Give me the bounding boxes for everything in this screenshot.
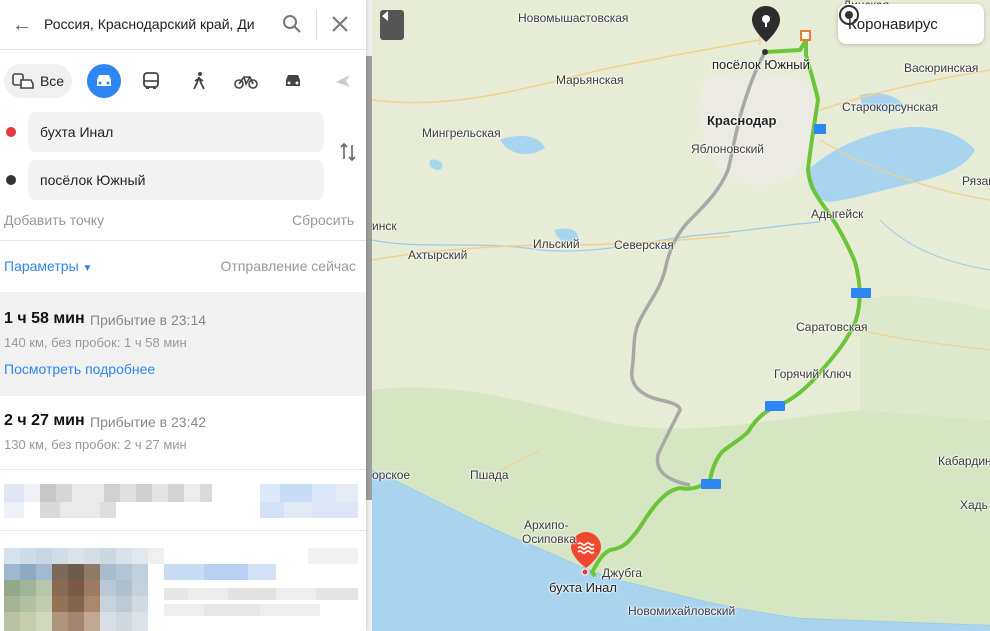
caret-down-icon: ▼ — [82, 263, 93, 274]
back-arrow-icon[interactable]: ← — [12, 14, 32, 37]
mode-bus-button[interactable] — [134, 64, 168, 98]
map-label: Краснодар — [707, 113, 777, 128]
search-bar: ← Россия, Краснодарский край, Ди — [0, 0, 366, 50]
car-icon — [97, 75, 111, 86]
map-label: Джубга — [602, 566, 643, 580]
map-label: Новомышастовская — [518, 11, 629, 25]
reset-link[interactable]: Сбросить — [292, 212, 354, 228]
bus-icon — [143, 72, 159, 89]
taxi-icon — [286, 75, 300, 86]
route-duration: 1 ч 58 мин — [4, 310, 85, 327]
destination-pin[interactable] — [750, 4, 782, 44]
pixelated-image — [4, 484, 358, 518]
map-label: бухта Инал — [549, 580, 618, 595]
map-label: инск — [372, 219, 397, 233]
map-label: Хадь — [960, 498, 988, 512]
route-distance: 140 км, без пробок: 1 ч 58 мин — [4, 335, 187, 350]
transport-modes: Все — [0, 64, 366, 100]
mode-plane-button[interactable] — [326, 64, 360, 98]
mode-bicycle-button[interactable] — [229, 64, 263, 98]
map-label: Мингрельская — [422, 126, 501, 140]
route-option[interactable]: 2 ч 27 мин Прибытие в 23:42 130 км, без … — [0, 396, 366, 470]
route-option[interactable]: 1 ч 58 мин Прибытие в 23:14 140 км, без … — [0, 292, 366, 396]
divider — [316, 10, 317, 40]
blurred-ad-image — [4, 548, 358, 631]
chevron-left-icon — [382, 11, 388, 21]
route-details-link[interactable]: Посмотреть подробнее — [4, 361, 155, 377]
search-icon[interactable] — [282, 14, 302, 34]
route-panel: ← Россия, Краснодарский край, Ди Все бух — [0, 0, 366, 631]
origin-dot-icon — [6, 127, 16, 137]
blurred-ad-block — [4, 484, 358, 520]
destination-input[interactable]: посёлок Южный — [28, 160, 324, 200]
divider — [0, 530, 366, 531]
map-label: посёлок Южный — [712, 57, 810, 72]
map-label: Старокорсунская — [842, 100, 939, 114]
map-label: Адыгейск — [811, 207, 864, 221]
search-input[interactable]: Россия, Краснодарский край, Ди — [44, 16, 264, 32]
close-icon[interactable] — [330, 14, 350, 34]
map-label: Ахтырский — [408, 248, 468, 262]
parameters-label: Параметры — [4, 258, 79, 274]
mode-taxi-button[interactable] — [276, 64, 310, 98]
departure-time-link[interactable]: Отправление сейчас — [221, 258, 356, 274]
divider — [0, 240, 366, 241]
swap-icon[interactable] — [338, 142, 358, 162]
map-label: Яблоновский — [691, 142, 765, 156]
route-arrival: Прибытие в 23:42 — [90, 414, 207, 430]
destination-dot-icon — [6, 175, 16, 185]
map-label: орское — [372, 468, 411, 482]
map-label: Пшада — [470, 468, 509, 482]
scrollbar-thumb[interactable] — [366, 56, 372, 500]
map-label: Саратовская — [796, 320, 868, 334]
pixelated-image — [4, 548, 358, 631]
map-label: Осиповка — [522, 532, 576, 546]
map-label: Северская — [614, 238, 674, 252]
mode-walk-button[interactable] — [182, 64, 216, 98]
map-label: Новомихайловский — [628, 604, 736, 618]
add-point-link[interactable]: Добавить точку — [4, 212, 104, 228]
route-distance: 130 км, без пробок: 2 ч 27 мин — [4, 437, 187, 452]
map-label: Марьянская — [556, 73, 624, 87]
parameters-dropdown[interactable]: Параметры ▼ — [4, 258, 92, 274]
route-duration: 2 ч 27 мин — [4, 412, 85, 429]
map-label: Васюринская — [904, 61, 979, 75]
route-arrival: Прибытие в 23:14 — [90, 312, 207, 328]
coronavirus-button[interactable]: Коронавирус — [838, 4, 984, 44]
mode-car-button[interactable] — [87, 64, 121, 98]
bicycle-icon — [234, 76, 258, 89]
coronavirus-label: Коронавирус — [848, 15, 938, 33]
origin-input[interactable]: бухта Инал — [28, 112, 324, 152]
map-label: Рязан — [962, 174, 990, 188]
plane-icon — [336, 75, 350, 87]
map-label: Архипо- — [524, 518, 569, 532]
map-label: Горячий Ключ — [774, 367, 852, 381]
collapse-panel-button[interactable] — [380, 10, 404, 40]
mode-all-button[interactable]: Все — [4, 64, 72, 98]
mode-all-label: Все — [39, 73, 65, 89]
target-icon — [839, 5, 859, 25]
walk-icon — [193, 72, 205, 90]
car-bus-icon — [12, 73, 34, 89]
map-label: Ильский — [533, 237, 580, 251]
map-label: Кабардин — [938, 454, 990, 468]
